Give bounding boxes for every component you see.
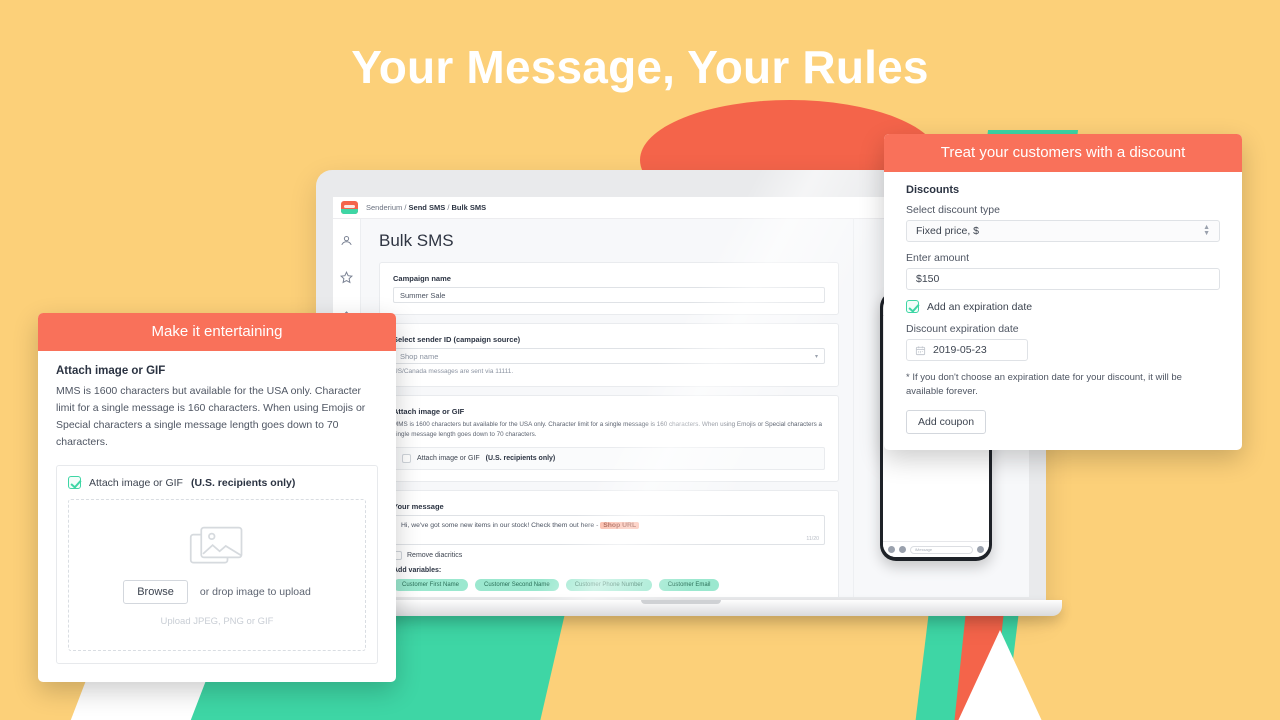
app-page-title: Bulk SMS	[379, 231, 454, 250]
senderium-logo-icon	[341, 201, 358, 214]
breadcrumb-section[interactable]: Send SMS	[409, 203, 446, 212]
attach-checkbox[interactable]	[402, 453, 411, 463]
page-title: Your Message, Your Rules	[351, 41, 929, 93]
sender-id-card: Select sender ID (campaign source) Shop …	[379, 323, 839, 387]
amount-label: Enter amount	[906, 252, 970, 264]
laptop-base-notch	[641, 600, 721, 604]
laptop-base	[300, 600, 1062, 616]
expiration-checkbox[interactable]	[906, 300, 919, 313]
chevron-down-icon: ▾	[814, 353, 818, 360]
attach-checkbox-row[interactable]: Attach image or GIF (U.S. recipients onl…	[393, 446, 825, 470]
callout-left-heading: Attach image or GIF	[56, 365, 166, 377]
diacritics-row[interactable]: Remove diacritics	[393, 550, 825, 560]
campaign-name-label: Campaign name	[393, 274, 451, 283]
breadcrumb: Senderium / Send SMS / Bulk SMS	[366, 203, 486, 212]
attach-checkbox-label: Attach image or GIF	[417, 454, 480, 462]
attach-card: Attach image or GIF MMS is 1600 characte…	[379, 395, 839, 482]
variable-chip[interactable]: Customer Email	[658, 578, 720, 591]
diacritics-label: Remove diacritics	[407, 551, 463, 559]
character-counter: 11/20	[806, 535, 819, 542]
add-coupon-button[interactable]: Add coupon	[906, 409, 987, 434]
breadcrumb-brand[interactable]: Senderium	[366, 203, 402, 212]
sender-id-select[interactable]: Shop name ▾	[393, 348, 825, 364]
variable-chip[interactable]: Customer Phone Number	[565, 578, 652, 591]
expiration-date-label: Discount expiration date	[906, 323, 1019, 335]
callout-left-header: Make it entertaining	[38, 313, 396, 351]
message-textarea[interactable]: Hi, we've got some new items in our stoc…	[393, 514, 825, 545]
variables-list: Customer First Name Customer Second Name…	[393, 578, 825, 591]
image-dropzone[interactable]: Browse or drop image to upload Upload JP…	[68, 499, 366, 651]
variable-chip[interactable]: Customer Second Name	[475, 578, 559, 591]
campaign-name-input[interactable]: Summer Sale	[393, 287, 825, 303]
attach-checkbox-bold: (U.S. recipients only)	[485, 454, 556, 462]
attach-heading: Attach image or GIF	[393, 407, 465, 416]
discount-type-select[interactable]: Fixed price, $ ▲ ▼	[906, 220, 1220, 242]
message-label: Your message	[393, 501, 444, 511]
shop-url-chip[interactable]: Shop URL	[600, 521, 640, 529]
expiration-date-value: 2019-05-23	[933, 344, 987, 356]
callout-card-discount: Treat your customers with a discount Dis…	[884, 134, 1242, 450]
spinner-arrows-icon[interactable]: ▲ ▼	[1203, 224, 1210, 236]
camera-icon[interactable]	[888, 546, 895, 553]
discount-type-label: Select discount type	[906, 204, 1000, 216]
phone-message-input[interactable]: iMessage	[910, 545, 973, 554]
calendar-icon[interactable]	[915, 345, 926, 356]
attach-checkbox-large[interactable]	[68, 476, 81, 489]
upload-format-note: Upload JPEG, PNG or GIF	[160, 615, 274, 627]
phone-compose-bar: iMessage	[883, 541, 989, 557]
mic-icon[interactable]	[977, 546, 984, 553]
callout-right-header: Treat your customers with a discount	[884, 134, 1242, 172]
sender-id-hint: US/Canada messages are sent via 11111.	[393, 368, 514, 375]
image-placeholder-icon	[189, 524, 245, 568]
attach-panel: Attach image or GIF (U.S. recipients onl…	[56, 465, 378, 664]
expiration-checkbox-label: Add an expiration date	[927, 300, 1033, 313]
discounts-heading: Discounts	[906, 184, 960, 196]
expiration-checkbox-row[interactable]: Add an expiration date	[906, 300, 1220, 313]
discount-type-value: Fixed price, $	[916, 225, 980, 237]
attach-checkbox-label-large: Attach image or GIF	[89, 476, 183, 489]
callout-left-paragraph: MMS is 1600 characters but available for…	[56, 385, 366, 448]
app-content: Bulk SMS Campaign name Summer Sale Selec…	[361, 219, 853, 597]
expiration-note: * If you don't choose an expiration date…	[906, 372, 1182, 398]
message-card: Your message Hi, we've got some new item…	[379, 489, 839, 597]
campaign-name-card: Campaign name Summer Sale	[379, 262, 839, 315]
sender-id-label: Select sender ID (campaign source)	[393, 335, 521, 344]
browse-button[interactable]: Browse	[123, 579, 188, 604]
apps-icon[interactable]	[899, 546, 906, 553]
attach-paragraph: MMS is 1600 characters but available for…	[393, 421, 822, 438]
callout-card-entertaining: Make it entertaining Attach image or GIF…	[38, 313, 396, 682]
expiration-date-input[interactable]: 2019-05-23	[906, 339, 1028, 361]
amount-input[interactable]: $150	[906, 268, 1220, 290]
message-text: Hi, we've got some new items in our stoc…	[401, 521, 601, 529]
attach-checkbox-bold-large: (U.S. recipients only)	[190, 476, 296, 489]
sender-id-value: Shop name	[400, 351, 439, 361]
star-icon[interactable]	[339, 270, 354, 285]
variable-chip[interactable]: Customer First Name	[393, 578, 469, 591]
drop-hint-text: or drop image to upload	[199, 585, 311, 598]
variables-label: Add variables:	[393, 566, 442, 574]
breadcrumb-page: Bulk SMS	[451, 203, 487, 212]
user-circle-icon[interactable]	[339, 233, 354, 248]
attach-checkbox-row-large[interactable]: Attach image or GIF (U.S. recipients onl…	[68, 476, 366, 489]
amount-value: $150	[916, 273, 940, 285]
